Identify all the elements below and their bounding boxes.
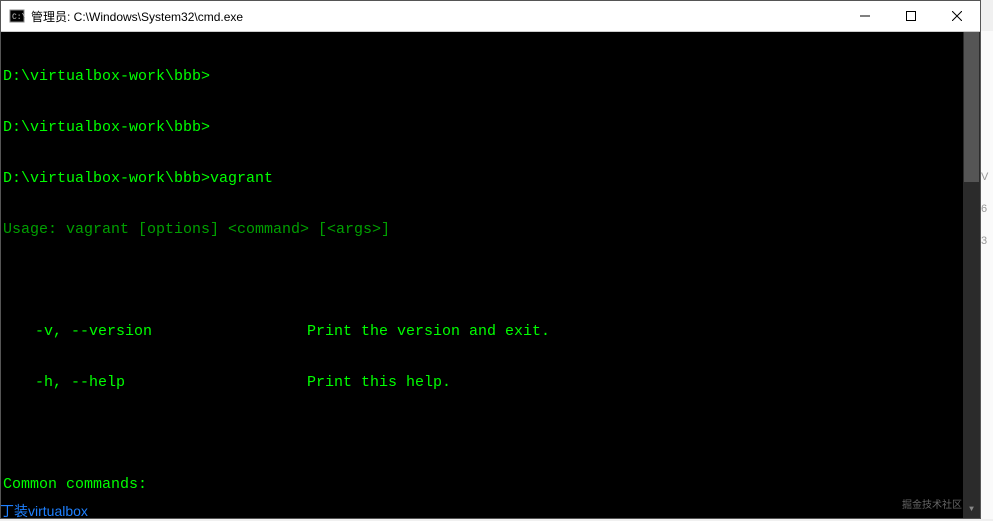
terminal-area[interactable]: D:\virtualbox-work\bbb> D:\virtualbox-wo…: [1, 32, 980, 518]
vertical-scrollbar[interactable]: ▲ ▼: [963, 32, 980, 518]
option-flags: -v, --version: [35, 323, 307, 340]
option-flags: -h, --help: [35, 374, 307, 391]
titlebar[interactable]: C:\ 管理员: C:\Windows\System32\cmd.exe: [1, 1, 980, 32]
watermark-text: 掘金技术社区: [902, 497, 962, 514]
prompt-path: D:\virtualbox-work\bbb>: [3, 68, 210, 85]
close-button[interactable]: [934, 1, 980, 31]
prompt-path: D:\virtualbox-work\bbb>: [3, 170, 210, 187]
scroll-down-button[interactable]: ▼: [963, 501, 980, 518]
window-title: 管理员: C:\Windows\System32\cmd.exe: [31, 8, 842, 25]
option-desc: Print the version and exit.: [307, 323, 550, 340]
prompt-path: D:\virtualbox-work\bbb>: [3, 119, 210, 136]
svg-text:C:\: C:\: [12, 13, 25, 22]
window-controls: [842, 1, 980, 31]
cmd-window: C:\ 管理员: C:\Windows\System32\cmd.exe D:\…: [0, 0, 981, 519]
usage-line: Usage: vagrant [options] <command> [<arg…: [3, 221, 980, 238]
prompt-input: vagrant: [210, 170, 273, 187]
background-page-fragment: V 6 3: [981, 31, 993, 519]
commands-header: Common commands:: [3, 476, 980, 493]
terminal-output: D:\virtualbox-work\bbb> D:\virtualbox-wo…: [3, 34, 980, 518]
minimize-button[interactable]: [842, 1, 888, 31]
maximize-button[interactable]: [888, 1, 934, 31]
scrollbar-thumb[interactable]: [964, 32, 979, 182]
cmd-icon: C:\: [9, 8, 25, 24]
option-desc: Print this help.: [307, 374, 451, 391]
background-link-fragment: 丁装virtualbox: [0, 501, 88, 521]
